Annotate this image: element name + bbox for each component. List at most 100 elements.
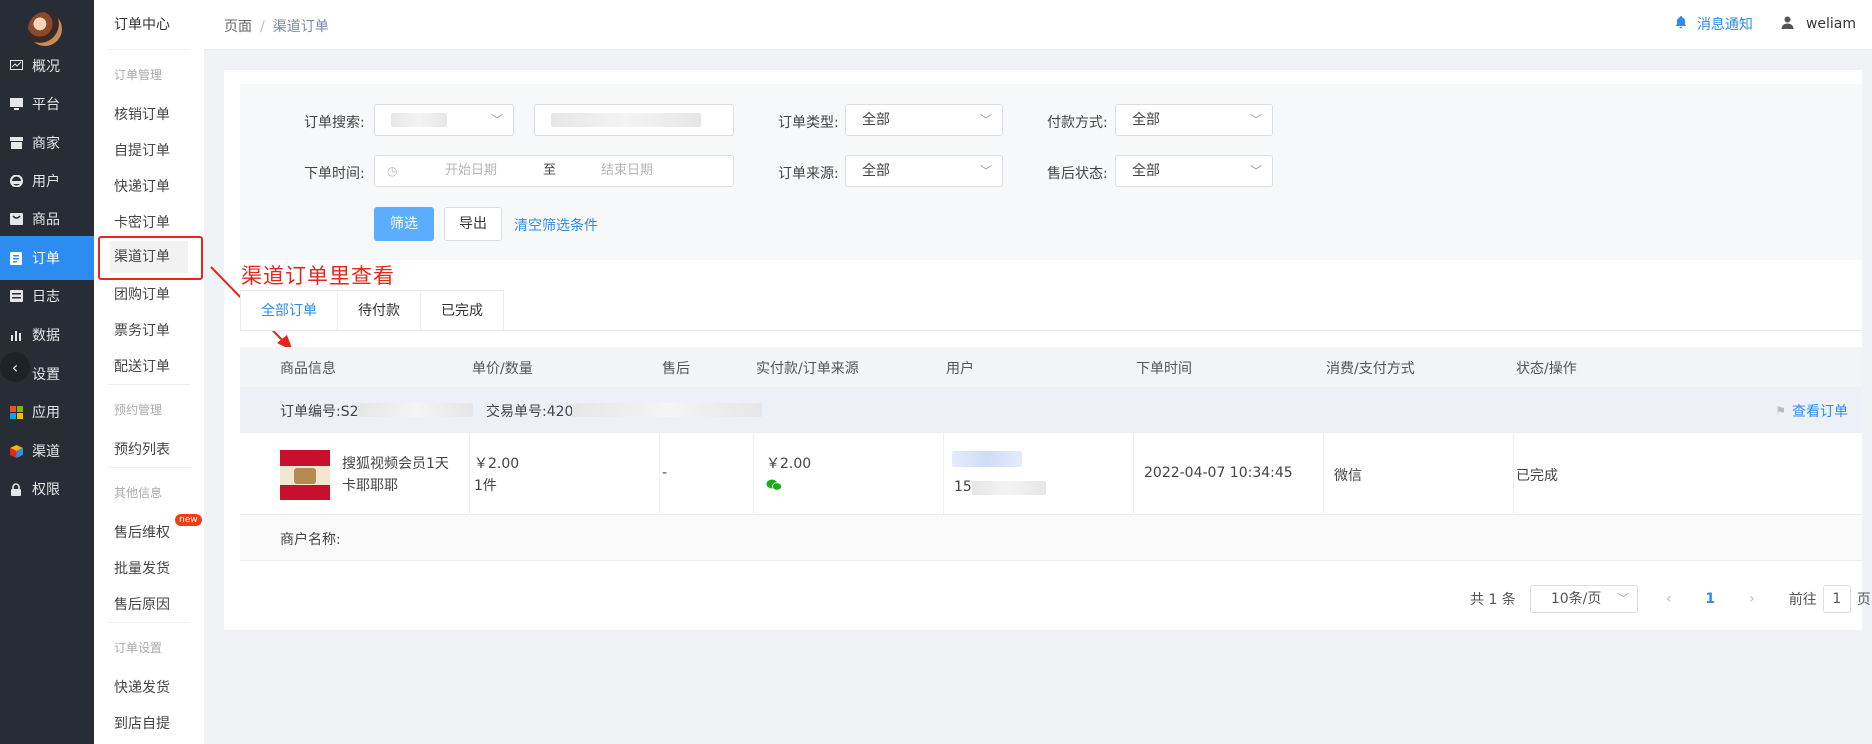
after-sale-status-value: 全部 bbox=[1132, 163, 1160, 179]
chevron-down-icon: ﹀ bbox=[490, 113, 503, 127]
page-size-value: 10条/页 bbox=[1550, 591, 1602, 607]
group-label-order-management: 订单管理 bbox=[114, 68, 163, 82]
column-header: 实付款/订单来源 bbox=[756, 361, 859, 377]
blurred-value bbox=[551, 113, 701, 127]
after-sale-status-select[interactable]: 全部 ﹀ bbox=[1115, 155, 1273, 187]
chevron-down-icon: ﹀ bbox=[979, 164, 992, 178]
sidebar-item-express-ship[interactable]: 快递发货 bbox=[114, 677, 170, 697]
sidebar-item-after-sales[interactable]: 售后维权 bbox=[114, 522, 170, 542]
date-range-picker[interactable]: ◷ 开始日期 至 结束日期 bbox=[374, 155, 734, 187]
user-phone-prefix: 15 bbox=[954, 479, 972, 495]
after-sale-status-label: 售后状态: bbox=[1047, 166, 1108, 182]
page-size-select[interactable]: 10条/页 ﹀ bbox=[1529, 585, 1638, 613]
clear-filters-link[interactable]: 清空筛选条件 bbox=[514, 215, 598, 235]
user-menu[interactable]: weliam bbox=[1781, 16, 1856, 33]
user-icon bbox=[1781, 16, 1794, 33]
breadcrumb-current: 渠道订单 bbox=[272, 19, 329, 35]
breadcrumb-separator: / bbox=[260, 19, 265, 35]
column-header: 单价/数量 bbox=[472, 361, 533, 377]
top-header: 页面 / 渠道订单 消息通知 weliam bbox=[204, 0, 1872, 50]
after-sale-cell: - bbox=[660, 433, 754, 515]
notifications-label: 消息通知 bbox=[1696, 17, 1753, 33]
divider bbox=[108, 467, 190, 468]
prev-page-icon[interactable]: ‹ bbox=[1666, 591, 1672, 607]
bar-chart-icon bbox=[9, 328, 23, 342]
merchant-label: 商户名称: bbox=[280, 532, 341, 548]
view-order-link[interactable]: ⚑ 查看订单 bbox=[1775, 401, 1848, 421]
sidebar-item-monitor[interactable]: 平台 bbox=[0, 82, 94, 126]
goto-label: 前往 bbox=[1788, 592, 1817, 608]
sidebar-item-label: 应用 bbox=[32, 405, 60, 421]
total-count: 共 1 条 bbox=[1470, 592, 1516, 608]
wechat-icon bbox=[766, 479, 782, 491]
search-input[interactable] bbox=[534, 104, 734, 136]
search-label: 订单搜索: bbox=[304, 115, 365, 131]
divider bbox=[108, 384, 190, 385]
sidebar-item-log[interactable]: 日志 bbox=[0, 274, 94, 318]
sidebar-item-after-sales-reasons[interactable]: 售后原因 bbox=[114, 594, 170, 614]
quantity: 1件 bbox=[474, 478, 497, 494]
sidebar-item-ticket-orders[interactable]: 票务订单 bbox=[114, 320, 170, 340]
order-type-select[interactable]: 全部 ﹀ bbox=[845, 104, 1003, 136]
new-badge: new bbox=[175, 514, 202, 526]
column-header: 下单时间 bbox=[1136, 361, 1192, 377]
sidebar-item-verify-orders[interactable]: 核销订单 bbox=[114, 104, 170, 124]
table-header: 商品信息 单价/数量 售后 实付款/订单来源 用户 下单时间 消费/支付方式 状… bbox=[240, 347, 1862, 387]
sidebar-item-label: 渠道 bbox=[32, 444, 60, 460]
tab-pending-payment[interactable]: 待付款 bbox=[337, 290, 421, 331]
merchant-row: 商户名称: bbox=[240, 515, 1862, 561]
sidebar-item-batch-ship[interactable]: 批量发货 bbox=[114, 558, 170, 578]
next-page-icon[interactable]: › bbox=[1749, 591, 1755, 607]
lock-icon bbox=[9, 482, 23, 496]
sidebar-section-title: 订单中心 bbox=[114, 17, 170, 33]
breadcrumb-root[interactable]: 页面 bbox=[224, 19, 252, 35]
unit-price: ￥2.00 bbox=[474, 456, 520, 472]
order-source-select[interactable]: 全部 ﹀ bbox=[845, 155, 1003, 187]
tab-all-orders[interactable]: 全部订单 bbox=[240, 290, 338, 331]
sidebar-item-delivery-orders[interactable]: 配送订单 bbox=[114, 356, 170, 376]
sidebar-item-goods[interactable]: 商品 bbox=[0, 197, 94, 241]
payment-method-select[interactable]: 全部 ﹀ bbox=[1115, 104, 1273, 136]
sidebar-item-pickup-orders[interactable]: 自提订单 bbox=[114, 140, 170, 160]
filter-button[interactable]: 筛选 bbox=[374, 207, 434, 241]
collapse-sidebar-button[interactable]: ‹ bbox=[0, 352, 30, 382]
monitor-icon bbox=[9, 97, 23, 111]
cube-icon bbox=[9, 444, 23, 458]
app-logo[interactable] bbox=[28, 12, 62, 46]
sidebar-item-lock[interactable]: 权限 bbox=[0, 467, 94, 511]
clock-icon: ◷ bbox=[387, 164, 398, 178]
export-button[interactable]: 导出 bbox=[444, 207, 502, 241]
search-type-select[interactable]: ﹀ bbox=[374, 104, 514, 136]
sidebar-item-label: 概况 bbox=[32, 59, 60, 75]
order-time-label: 下单时间: bbox=[304, 166, 365, 182]
header-actions: 消息通知 weliam bbox=[1675, 14, 1856, 34]
tab-completed[interactable]: 已完成 bbox=[420, 290, 504, 331]
log-icon bbox=[9, 289, 23, 303]
group-label-booking: 预约管理 bbox=[114, 403, 163, 417]
sidebar-item-bar-chart[interactable]: 数据 bbox=[0, 313, 94, 357]
notifications-link[interactable]: 消息通知 bbox=[1675, 14, 1753, 34]
sidebar-item-label: 平台 bbox=[32, 97, 60, 113]
sidebar-item-group-orders[interactable]: 团购订单 bbox=[114, 284, 170, 304]
order-status: 已完成 bbox=[1516, 468, 1558, 484]
order-type-value: 全部 bbox=[862, 112, 890, 128]
sidebar-item-card-orders[interactable]: 卡密订单 bbox=[114, 212, 170, 232]
column-header: 商品信息 bbox=[280, 361, 336, 377]
breadcrumb: 页面 / 渠道订单 bbox=[224, 16, 329, 36]
current-page[interactable]: 1 bbox=[1705, 591, 1715, 607]
sidebar-item-store-pickup[interactable]: 到店自提 bbox=[114, 713, 170, 733]
column-header: 状态/操作 bbox=[1516, 361, 1577, 377]
sidebar-item-booking-list[interactable]: 预约列表 bbox=[114, 439, 170, 459]
column-header: 用户 bbox=[946, 361, 974, 377]
sidebar-item-express-orders[interactable]: 快递订单 bbox=[114, 176, 170, 196]
column-header: 消费/支付方式 bbox=[1326, 361, 1415, 377]
group-label-order-settings: 订单设置 bbox=[114, 641, 163, 655]
goto-page-input[interactable]: 1 bbox=[1822, 585, 1851, 613]
chevron-down-icon: ﹀ bbox=[1249, 164, 1262, 178]
blurred-trade-number bbox=[572, 403, 762, 417]
user-cell: 15 bbox=[944, 433, 1134, 515]
column-header: 售后 bbox=[662, 361, 690, 377]
paid-cell: ￥2.00 bbox=[754, 433, 944, 515]
sidebar-item-apps[interactable]: 应用 bbox=[0, 390, 94, 434]
blurred-user-phone bbox=[972, 481, 1046, 495]
